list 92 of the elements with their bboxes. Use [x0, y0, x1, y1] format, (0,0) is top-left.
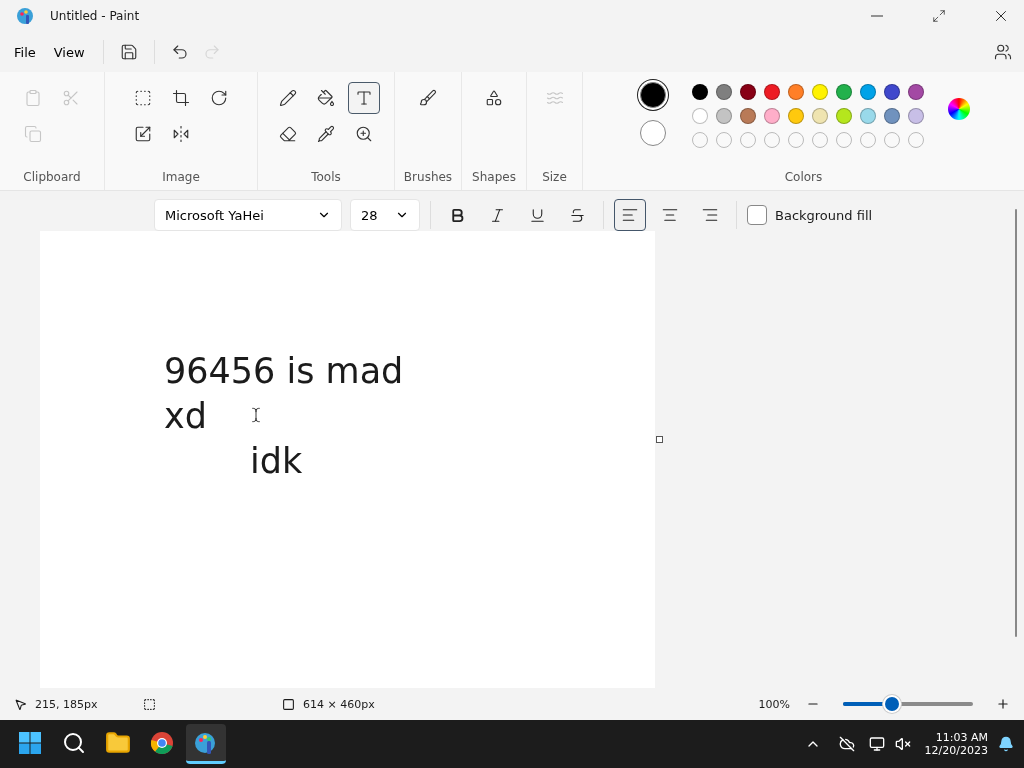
strikethrough-icon — [568, 206, 586, 224]
color-swatch[interactable] — [715, 84, 732, 100]
color-swatch[interactable] — [811, 108, 828, 124]
resize-handle[interactable] — [656, 436, 663, 443]
scissors-icon — [62, 89, 80, 107]
group-label: Clipboard — [23, 170, 81, 184]
align-right-icon — [701, 206, 719, 224]
canvas-size: 614 × 460px — [303, 697, 375, 711]
dashed-square-icon — [134, 89, 152, 107]
zoom-in-icon[interactable] — [996, 697, 1010, 711]
people-icon — [994, 43, 1012, 61]
color-swatch[interactable] — [787, 84, 804, 100]
text-tool-icon — [355, 89, 373, 107]
canvas-text: 96456 is mad — [164, 350, 404, 393]
group-label: Colors — [784, 170, 823, 184]
color-wheel-button[interactable] — [947, 98, 970, 120]
color-swatch[interactable] — [787, 108, 804, 124]
current-color[interactable] — [639, 82, 666, 108]
copy-icon — [24, 125, 42, 143]
selection-size-icon — [143, 697, 156, 711]
color-swatch[interactable] — [811, 84, 828, 100]
align-center-icon — [661, 206, 679, 224]
color-swatch[interactable] — [763, 108, 780, 124]
color-swatch[interactable] — [763, 84, 780, 100]
flip-icon — [172, 125, 190, 143]
canvas-text: xd — [164, 395, 207, 438]
paint-bucket-icon — [317, 89, 335, 107]
notification-bell-icon[interactable] — [998, 736, 1014, 752]
muted-speaker-icon[interactable] — [894, 736, 911, 752]
rotate-icon — [210, 89, 228, 107]
font-dropdown[interactable]: Microsoft YaHei — [154, 199, 342, 231]
network-icon[interactable] — [868, 736, 885, 752]
pointer-icon — [14, 697, 27, 711]
color-swatch[interactable] — [739, 84, 756, 100]
shapes-icon — [485, 89, 503, 107]
color-swatch[interactable] — [907, 84, 924, 100]
text-tool-tool[interactable] — [348, 82, 380, 114]
resize-icon — [134, 125, 152, 143]
eraser-icon — [279, 125, 297, 143]
color-swatch[interactable] — [859, 84, 876, 100]
checkbox[interactable] — [747, 205, 767, 225]
color-swatch[interactable] — [739, 108, 756, 124]
stroke-size-icon — [545, 89, 564, 107]
checkbox-label: Background fill — [775, 207, 873, 223]
size-dropdown[interactable]: 28 — [350, 199, 420, 231]
canvas-size-icon — [282, 697, 295, 711]
taskbar-app[interactable] — [186, 724, 226, 764]
browser-icon — [150, 730, 174, 755]
font-size-value: 28 — [361, 207, 378, 223]
minimize-icon — [871, 15, 883, 17]
crop-icon — [172, 89, 190, 107]
color-swatch[interactable] — [715, 108, 732, 124]
zoom-in-icon — [355, 125, 373, 143]
clock-time[interactable]: 11:03 AM — [935, 731, 988, 744]
color-swatch[interactable] — [907, 108, 924, 124]
palette-icon — [194, 730, 218, 755]
eyedropper-icon — [317, 125, 335, 143]
group-label: Image — [162, 170, 200, 184]
color-swatch[interactable] — [691, 108, 708, 124]
canvas-text: idk — [250, 440, 303, 483]
color-swatch[interactable] — [883, 84, 900, 100]
maximize-icon — [932, 9, 946, 23]
folder-icon — [105, 729, 131, 756]
group-label: Tools — [311, 170, 341, 184]
align-left-button[interactable] — [614, 199, 646, 231]
group-label: Brushes — [403, 170, 453, 184]
color-swatch[interactable] — [835, 84, 852, 100]
window-title: Untitled - Paint — [50, 9, 141, 23]
search-icon — [62, 730, 86, 755]
align-left-icon — [621, 206, 639, 224]
clock-date[interactable]: 12/20/2023 — [924, 744, 988, 757]
menu-item[interactable]: File — [6, 38, 44, 66]
windows-logo-icon — [18, 730, 42, 755]
font-name: Microsoft YaHei — [165, 207, 264, 223]
slider-thumb[interactable] — [885, 697, 900, 711]
group-label: Shapes — [472, 170, 516, 184]
current-color[interactable] — [639, 120, 666, 146]
cloud-off-icon[interactable] — [838, 736, 855, 752]
pencil-icon — [279, 89, 297, 107]
group-label: Size — [542, 170, 567, 184]
paint-app-icon — [16, 7, 34, 25]
scrollbar[interactable] — [1015, 209, 1017, 637]
color-swatch[interactable] — [691, 84, 708, 100]
underline-icon — [528, 206, 546, 224]
brush-icon — [419, 89, 437, 107]
paste-icon — [24, 89, 42, 107]
color-swatch[interactable] — [883, 108, 900, 124]
color-swatch[interactable] — [835, 108, 852, 124]
color-swatch[interactable] — [859, 108, 876, 124]
zoom-level: 100% — [758, 697, 790, 711]
cursor-position: 215, 185px — [35, 697, 99, 711]
menu-item[interactable]: View — [45, 38, 93, 66]
